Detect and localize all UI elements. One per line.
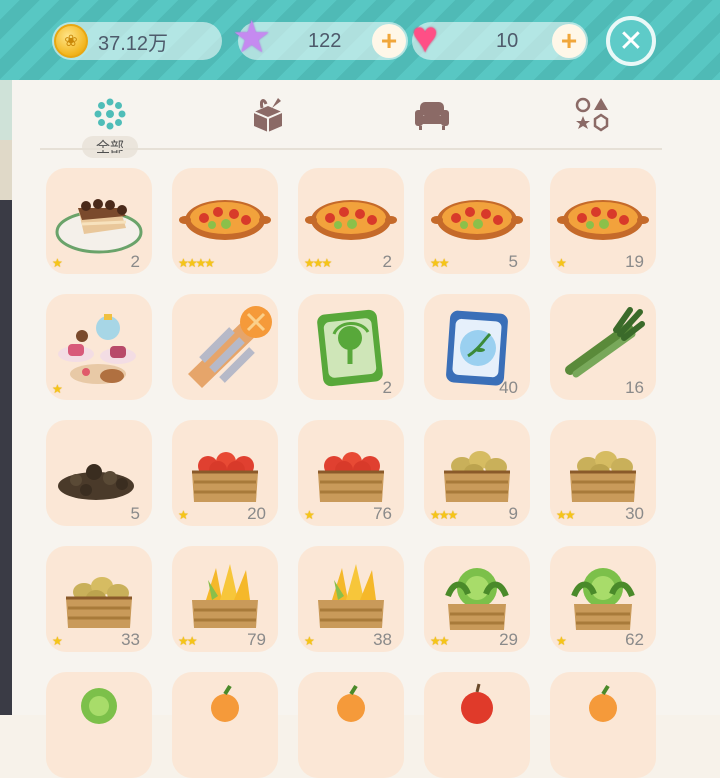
star-rating: ★★★ [430, 508, 458, 522]
item-slot-paella[interactable]: ★★★ 2 [298, 168, 404, 274]
item-slot-orange-partial[interactable] [298, 672, 404, 778]
item-slot-tomato-crate[interactable]: ★ 20 [172, 420, 278, 526]
item-count: 79 [247, 630, 266, 649]
waffle-cone-icon [188, 306, 272, 388]
tab-package[interactable] [244, 92, 292, 136]
tab-shapes[interactable] [568, 92, 616, 136]
star-rating: ★★ [556, 508, 575, 522]
item-count: 9 [508, 504, 518, 523]
item-slot-cabbage-partial[interactable] [46, 672, 152, 778]
orange-partial-icon [337, 684, 365, 722]
star-icon: ★ [232, 13, 272, 62]
item-count: 19 [625, 252, 644, 271]
flower-dots-icon [94, 98, 126, 130]
star-value: 122 [308, 30, 342, 52]
background-shadow [0, 200, 12, 715]
item-count: 20 [247, 504, 266, 523]
close-button[interactable]: ✕ [606, 16, 656, 66]
add-stars-button[interactable]: + [372, 24, 406, 58]
item-count: 16 [625, 378, 644, 397]
star-rating: ★ [52, 382, 63, 396]
item-count: 2 [130, 252, 140, 271]
star-rating: ★★ [430, 256, 449, 270]
item-count: 38 [373, 630, 392, 649]
item-count: 76 [373, 504, 392, 523]
heart-counter: ♥ 10 + [412, 16, 588, 60]
coin-counter: ❀ 37.12万 [52, 22, 222, 60]
item-slot-potato-crate[interactable]: ★★ 30 [550, 420, 656, 526]
item-count: 5 [130, 504, 140, 523]
coin-value: 37.12万 [98, 32, 169, 55]
tab-all[interactable] [86, 92, 134, 136]
item-slot-paella[interactable]: ★★★★ [172, 168, 278, 274]
item-slot-afternoon-tea[interactable]: ★ [46, 294, 152, 400]
star-rating: ★★★ [304, 256, 332, 270]
shapes-icon [575, 97, 609, 132]
sofa-icon [415, 102, 449, 130]
item-slot-scallions[interactable]: 16 [550, 294, 656, 400]
star-rating: ★ [52, 634, 63, 648]
item-count: 33 [121, 630, 140, 649]
item-count: 2 [382, 252, 392, 271]
item-count: 5 [508, 252, 518, 271]
star-rating: ★ [556, 634, 567, 648]
afternoon-tea-icon [58, 314, 136, 384]
item-slot-seed-bag-green[interactable]: 2 [298, 294, 404, 400]
item-slot-corn-crate[interactable]: ★★ 79 [172, 546, 278, 652]
heart-value: 10 [496, 30, 519, 52]
star-rating: ★★★★ [178, 256, 215, 270]
item-slot-tomato-crate[interactable]: ★ 76 [298, 420, 404, 526]
star-rating: ★ [304, 508, 315, 522]
close-icon: ✕ [618, 24, 644, 58]
item-slot-paella[interactable]: ★ 19 [550, 168, 656, 274]
star-rating: ★★ [430, 634, 449, 648]
item-count: 62 [625, 630, 644, 649]
item-slot-apple-partial[interactable] [424, 672, 530, 778]
item-slot-waffle-cone[interactable] [172, 294, 278, 400]
star-rating: ★ [178, 508, 189, 522]
item-slot-potato-crate[interactable]: ★★★ 9 [424, 420, 530, 526]
currency-bar: ❀ 37.12万 ★ 122 + ♥ 10 + ✕ [0, 0, 720, 80]
orange-partial-icon [589, 684, 617, 722]
background-game-scene [0, 0, 12, 715]
orange-partial-icon [211, 684, 239, 722]
item-count: 29 [499, 630, 518, 649]
apple-partial-icon [461, 683, 493, 724]
item-slot-seed-bag-blue[interactable]: 40 [424, 294, 530, 400]
category-tabs: 全部 [40, 80, 662, 158]
item-slot-cabbage-crate[interactable]: ★★ 29 [424, 546, 530, 652]
add-hearts-button[interactable]: + [552, 24, 586, 58]
item-count: 30 [625, 504, 644, 523]
item-slot-orange-partial[interactable] [550, 672, 656, 778]
item-slot-corn-crate[interactable]: ★ 38 [298, 546, 404, 652]
tab-divider [40, 148, 662, 150]
star-rating: ★ [52, 256, 63, 270]
item-slot-orange-partial[interactable] [172, 672, 278, 778]
item-count: 2 [382, 378, 392, 397]
background-wall [0, 140, 12, 200]
star-rating: ★ [556, 256, 567, 270]
item-slot-cabbage-crate[interactable]: ★ 62 [550, 546, 656, 652]
heart-icon: ♥ [412, 13, 439, 62]
item-slot-paella[interactable]: ★★ 5 [424, 168, 530, 274]
coin-icon: ❀ [54, 24, 88, 58]
item-slot-soil[interactable]: 5 [46, 420, 152, 526]
package-icon [253, 98, 283, 132]
tab-furniture[interactable] [408, 92, 456, 136]
tab-all-label: 全部 [82, 136, 138, 158]
star-rating: ★★ [178, 634, 197, 648]
star-counter: ★ 122 + [232, 16, 408, 60]
item-count: 40 [499, 378, 518, 397]
star-rating: ★ [304, 634, 315, 648]
item-slot-potato-crate[interactable]: ★ 33 [46, 546, 152, 652]
item-slot-tiramisu[interactable]: ★ 2 [46, 168, 152, 274]
cabbage-partial-icon [81, 688, 117, 724]
